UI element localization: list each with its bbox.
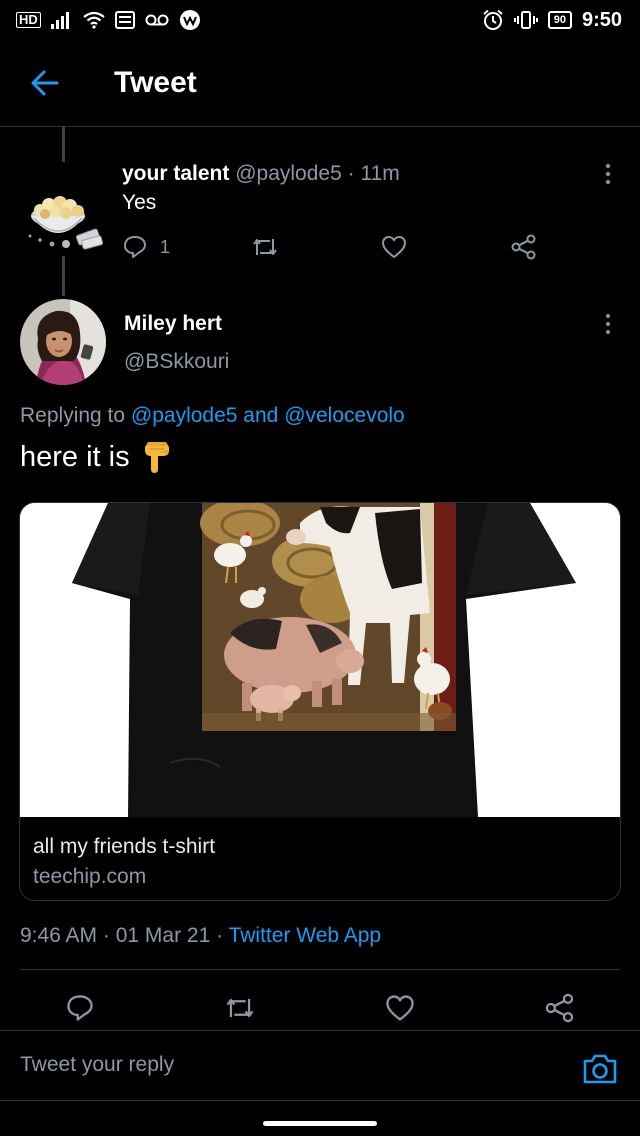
status-bar-left: HD [16,9,201,31]
status-time: 9:50 [581,8,622,31]
heart-icon [386,995,414,1021]
username[interactable]: @BSkkouri [124,350,229,374]
reply-icon [124,236,146,258]
reply-count: 1 [160,236,171,257]
link-card[interactable]: all my friends t-shirt teechip.com [19,502,621,901]
card-title: all my friends t-shirt [33,835,216,858]
tweet-text-content: here it is [20,440,130,473]
timestamp[interactable]: 11m [360,162,399,185]
reply-input[interactable] [20,1053,560,1077]
mention-link[interactable]: @velocevolo [284,404,405,427]
replying-prefix: Replying to [20,404,131,427]
share-button[interactable] [540,988,580,1028]
more-options-button[interactable] [596,312,620,336]
replying-to: Replying to @paylode5 and @velocevolo [20,404,405,428]
replying-and[interactable]: and [237,404,284,427]
share-icon [511,234,536,260]
retweet-icon [253,239,277,255]
home-indicator[interactable] [263,1121,377,1126]
status-bar: HD 90 9:50 [0,0,640,40]
avatar[interactable] [22,172,106,256]
tweet-date[interactable]: 01 Mar 21 [116,924,211,947]
display-name[interactable]: Miley hert [124,312,222,336]
hd-indicator: HD [16,12,41,28]
separator-dot: · [97,924,116,947]
tshirt-image [20,503,620,817]
display-name[interactable]: your talent [122,162,229,185]
header: Tweet [0,40,640,127]
popcorn-avatar-image [28,196,104,250]
share-icon [545,993,574,1023]
reply-button[interactable] [60,988,100,1028]
vibrate-icon [513,11,538,29]
reply-icon [67,995,93,1021]
battery-indicator: 90 [547,11,572,29]
back-button[interactable] [0,40,90,127]
tweet-source-link[interactable]: Twitter Web App [229,924,382,947]
like-button[interactable] [380,988,420,1028]
wifi-icon [83,11,105,29]
tweet-time[interactable]: 9:46 AM [20,924,97,947]
mention-link[interactable]: @paylode5 [131,404,238,427]
retweet-icon [226,998,254,1018]
app-notification-icon [179,10,200,30]
avatar[interactable] [20,299,106,385]
divider [20,969,620,970]
tweet-text: here it is 👇 [20,440,172,474]
parent-tweet-header: your talent @paylode5 · 11m [122,162,400,186]
tweet-text: Yes [122,191,157,214]
separator-dot: · [347,162,355,185]
reply-bar [0,1031,640,1101]
separator-dot: · [210,924,229,947]
parent-tweet[interactable]: your talent @paylode5 · 11m Yes 1 [0,150,640,280]
card-image[interactable] [20,503,620,817]
tweet-actions [0,988,640,1028]
camera-button[interactable] [582,1053,622,1089]
reply-button[interactable]: 1 [122,230,170,264]
voicemail-icon [145,14,169,26]
parent-tweet-actions: 1 [122,230,542,264]
tweet-metadata: 9:46 AM · 01 Mar 21 · Twitter Web App [20,924,381,948]
more-options-button[interactable] [596,162,620,186]
status-bar-right: 90 9:50 [482,9,622,32]
arrow-left-icon [31,70,59,96]
retweet-button[interactable] [250,230,280,264]
heart-icon [382,236,406,258]
retweet-button[interactable] [220,988,260,1028]
signal-icon [50,12,69,29]
profile-photo [20,299,106,385]
like-button[interactable] [380,230,408,264]
pointing-down-emoji-icon [144,442,169,473]
username[interactable]: @paylode5 [235,162,342,185]
card-domain: teechip.com [33,865,147,888]
camera-icon [583,1054,617,1084]
share-button[interactable] [510,230,538,264]
page-title: Tweet [114,66,197,99]
alarm-icon [483,9,503,30]
notes-icon [114,11,135,29]
